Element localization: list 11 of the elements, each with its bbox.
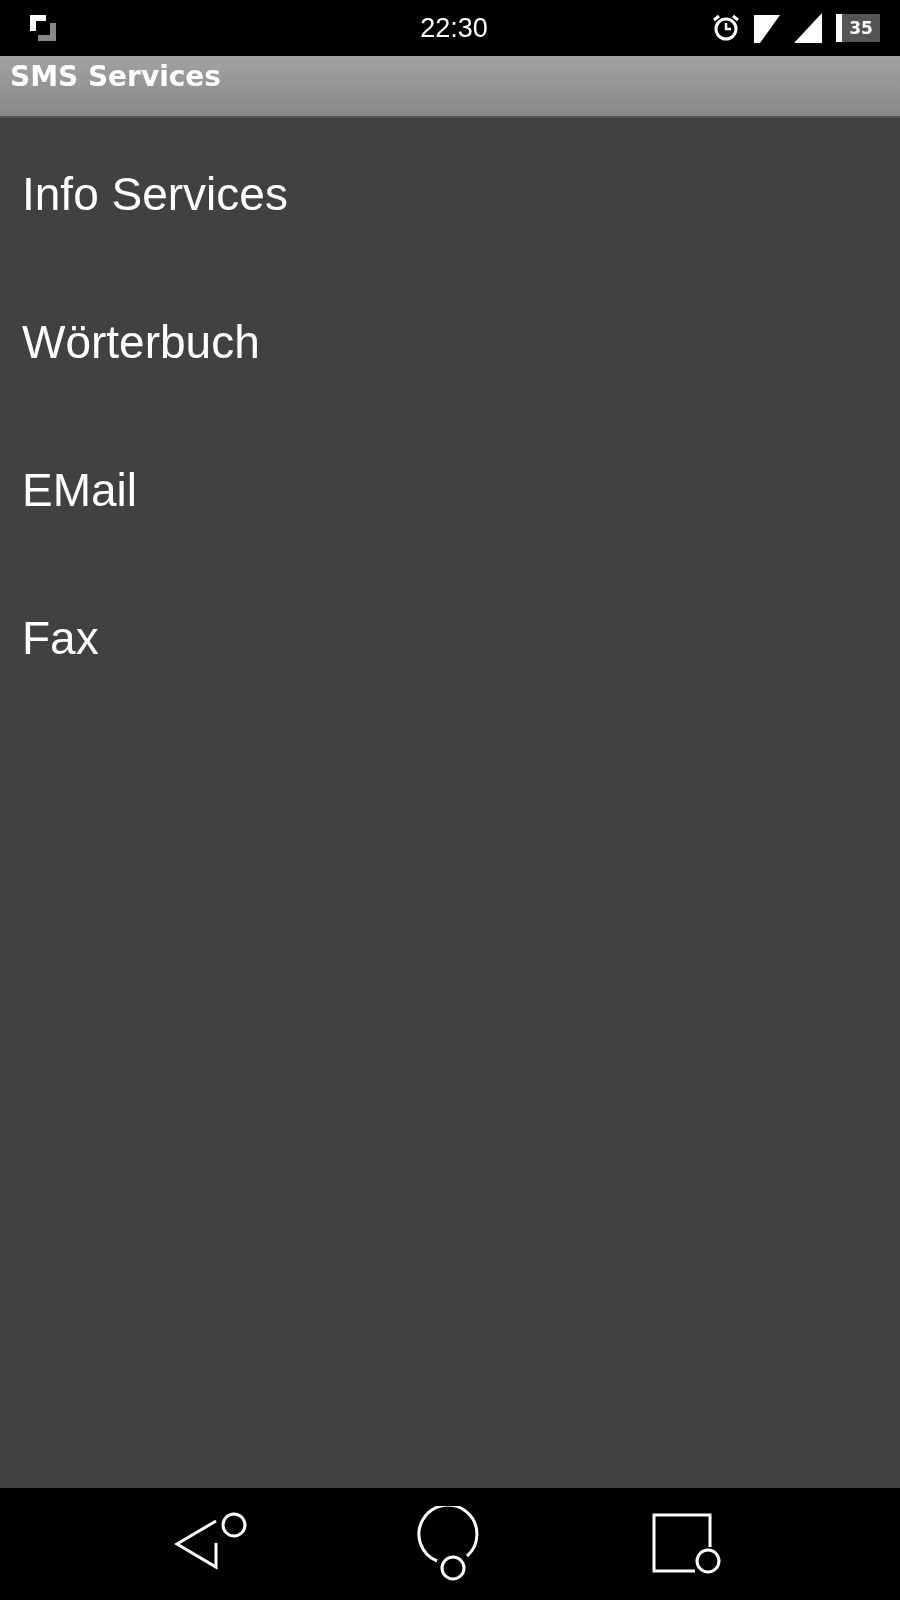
cell-signal-icon xyxy=(794,13,822,43)
wifi-signal-icon xyxy=(754,13,780,43)
menu-item[interactable]: Info Services xyxy=(22,167,288,221)
menu-item[interactable]: EMail xyxy=(22,463,138,517)
menu-item[interactable]: Wörterbuch xyxy=(22,315,260,369)
battery-icon: 35 xyxy=(836,14,880,42)
clock-time: 22:30 xyxy=(420,12,488,44)
screen-icon xyxy=(28,13,58,43)
app-title: SMS Services xyxy=(10,60,221,93)
menu-item[interactable]: Fax xyxy=(22,611,99,665)
alarm-icon xyxy=(712,14,740,42)
